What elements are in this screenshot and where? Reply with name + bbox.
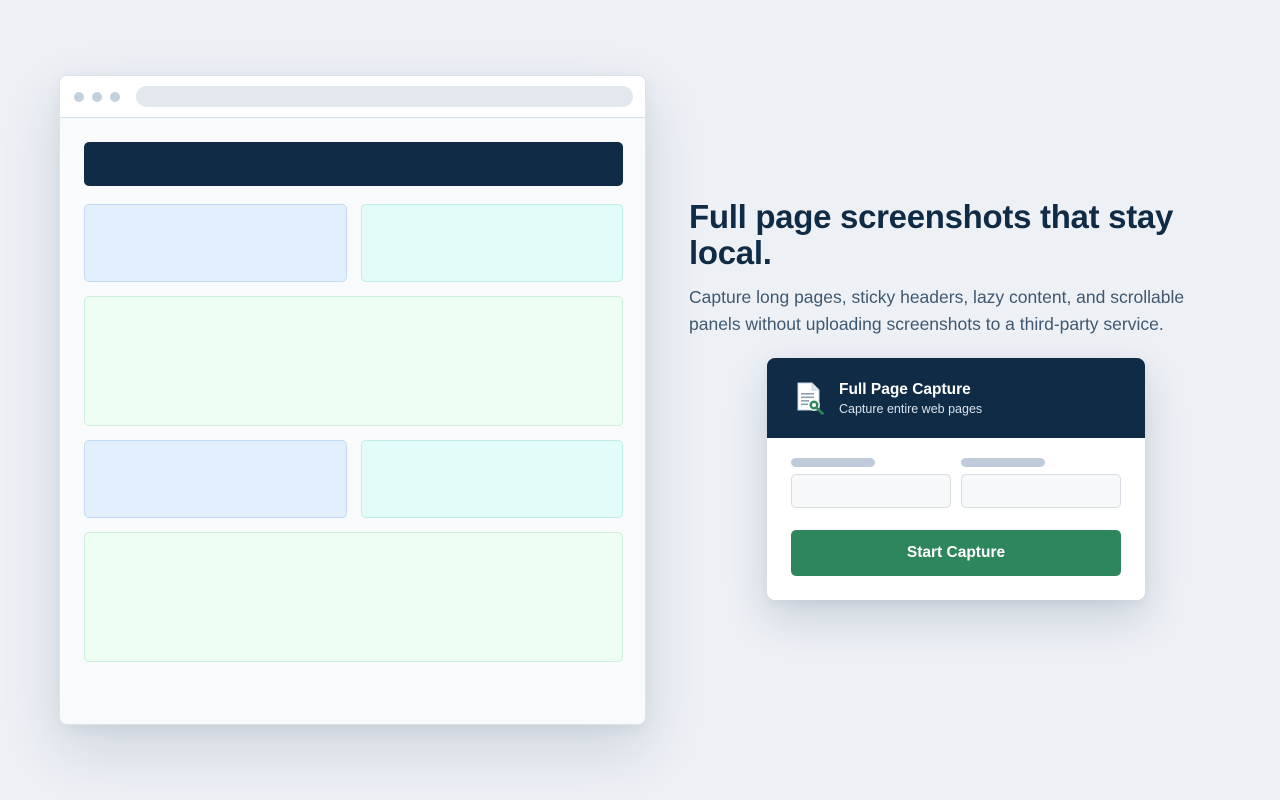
popup-header: Full Page Capture Capture entire web pag…	[767, 358, 1145, 438]
popup-subtitle: Capture entire web pages	[839, 402, 983, 416]
hero-headline: Full page screenshots that stay local.	[689, 198, 1174, 271]
browser-mockup	[59, 75, 646, 725]
mock-content-block	[84, 296, 623, 426]
browser-viewport	[60, 119, 645, 724]
mock-card-block	[361, 204, 623, 282]
field-label-placeholder	[961, 458, 1045, 467]
mock-card-block	[84, 440, 347, 518]
hero-subtext: Capture long pages, sticky headers, lazy…	[689, 287, 1185, 334]
document-magnifier-icon	[797, 382, 824, 415]
field-label-placeholder	[791, 458, 875, 467]
url-bar-placeholder	[136, 86, 633, 107]
window-dot-icon	[110, 92, 120, 102]
option-field[interactable]	[791, 474, 951, 508]
extension-popup: Full Page Capture Capture entire web pag…	[767, 358, 1145, 600]
start-capture-button[interactable]: Start Capture	[791, 530, 1121, 576]
mock-card-block	[361, 440, 623, 518]
mock-card-block	[84, 204, 347, 282]
popup-title: Full Page Capture	[839, 381, 971, 398]
mock-content-block	[84, 532, 623, 662]
mock-header-block	[84, 142, 623, 186]
browser-title-bar	[60, 76, 645, 118]
window-dot-icon	[92, 92, 102, 102]
option-field[interactable]	[961, 474, 1121, 508]
window-dot-icon	[74, 92, 84, 102]
